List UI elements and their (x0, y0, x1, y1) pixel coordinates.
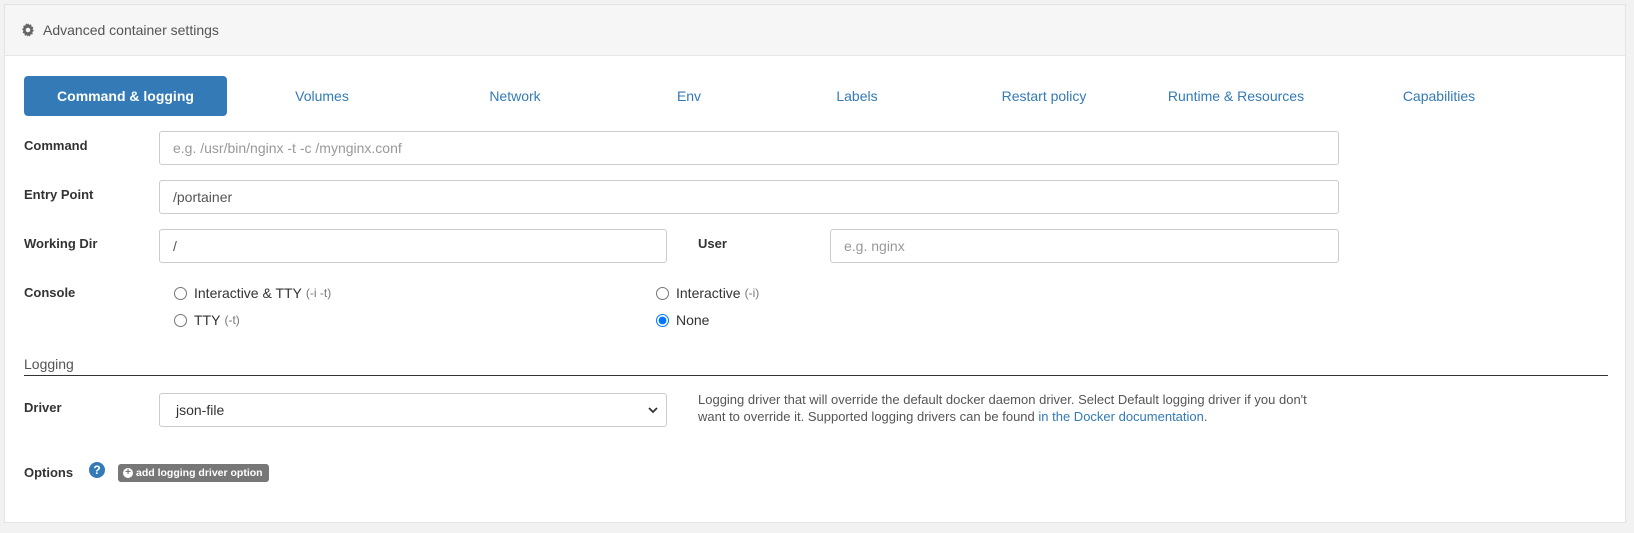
command-label: Command (24, 138, 88, 153)
tab-capabilities[interactable]: Capabilities (1389, 76, 1489, 116)
working-dir-input[interactable] (159, 229, 667, 263)
logging-section-title: Logging (24, 356, 74, 372)
gear-icon (22, 23, 34, 37)
tab-volumes[interactable]: Volumes (274, 76, 370, 116)
entry-point-label: Entry Point (24, 187, 94, 202)
add-logging-driver-option-button[interactable]: + add logging driver option (118, 464, 269, 482)
logging-driver-help: Logging driver that will override the de… (698, 392, 1307, 424)
question-circle-icon[interactable]: ? (89, 462, 105, 478)
docker-docs-link[interactable]: in the Docker documentation (1038, 409, 1203, 424)
console-label: Console (24, 285, 76, 300)
radio-none[interactable] (656, 313, 669, 327)
tab-runtime-resources[interactable]: Runtime & Resources (1156, 76, 1316, 116)
user-label: User (698, 236, 727, 251)
section-divider (24, 375, 1608, 376)
tab-command-logging[interactable]: Command & logging (24, 76, 227, 116)
tab-restart-policy[interactable]: Restart policy (984, 76, 1104, 116)
panel-header: Advanced container settings (5, 5, 1625, 56)
options-label: Options (24, 465, 74, 480)
console-option-interactive[interactable]: Interactive (-i) (656, 285, 759, 301)
plus-circle-icon: + (123, 468, 133, 478)
console-option-none[interactable]: None (656, 312, 709, 328)
tab-network[interactable]: Network (474, 76, 556, 116)
console-option-tty[interactable]: TTY (-t) (174, 312, 240, 328)
driver-label: Driver (24, 400, 62, 415)
user-input[interactable] (830, 229, 1339, 263)
tab-labels[interactable]: Labels (822, 76, 892, 116)
tab-bar: Command & logging Volumes Network Env La… (24, 76, 1614, 116)
radio-interactive[interactable] (656, 286, 669, 300)
panel-title: Advanced container settings (43, 22, 219, 38)
radio-interactive-tty[interactable] (174, 286, 187, 300)
entry-point-input[interactable] (159, 180, 1339, 214)
advanced-settings-panel: Advanced container settings Command & lo… (4, 4, 1626, 523)
chevron-down-icon (648, 407, 658, 414)
logging-driver-select[interactable]: json-file (159, 393, 667, 427)
working-dir-label: Working Dir (24, 236, 98, 251)
radio-tty[interactable] (174, 313, 187, 327)
console-option-interactive-tty[interactable]: Interactive & TTY (-i -t) (174, 285, 331, 301)
logging-driver-value: json-file (176, 402, 225, 418)
command-input[interactable] (159, 131, 1339, 165)
tab-env[interactable]: Env (664, 76, 714, 116)
